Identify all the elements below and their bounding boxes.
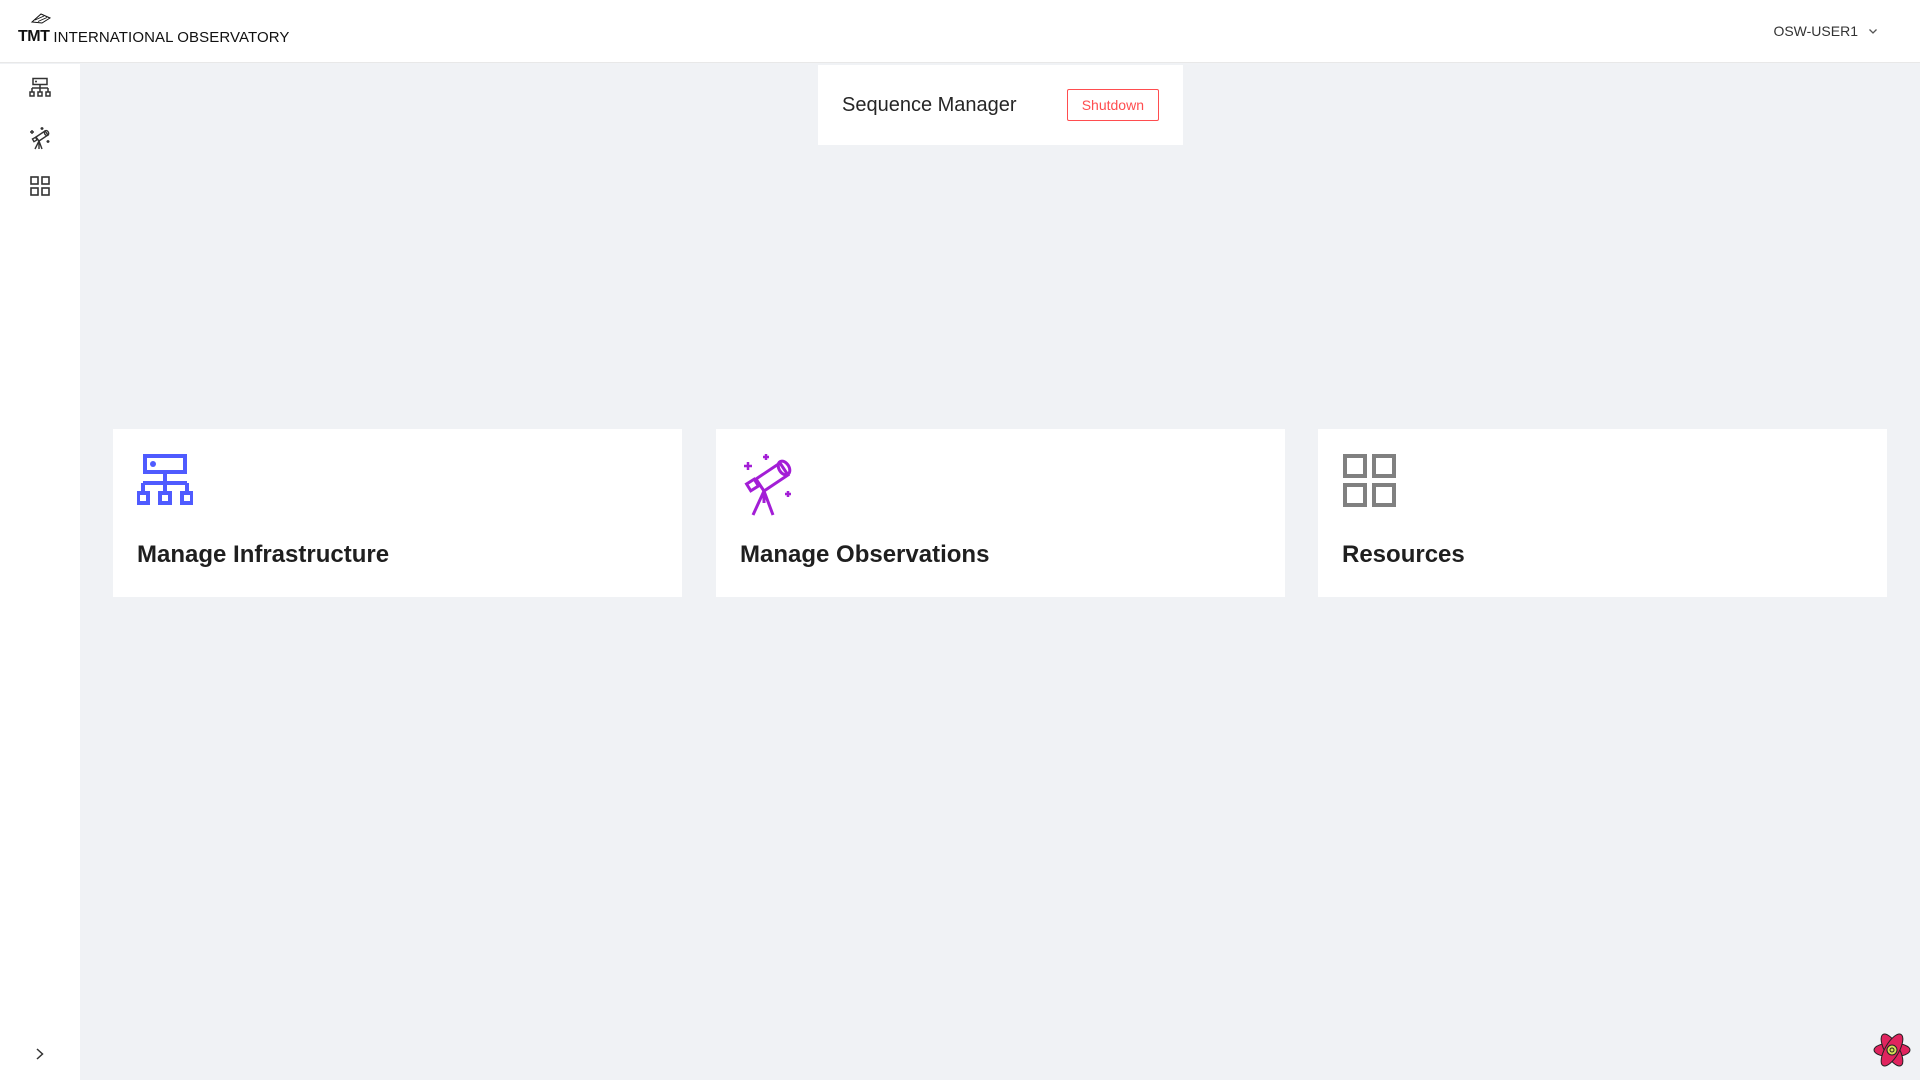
infrastructure-icon <box>29 77 51 97</box>
sequence-manager-card: Sequence Manager Shutdown <box>818 65 1183 145</box>
tile-manage-infrastructure[interactable]: Manage Infrastructure <box>113 429 682 597</box>
user-menu[interactable]: OSW-USER1 <box>1773 23 1878 39</box>
shutdown-button[interactable]: Shutdown <box>1066 89 1159 121</box>
chevron-right-icon <box>36 1048 44 1060</box>
sidebar-item-observations[interactable] <box>0 116 80 160</box>
observatory-dome-icon <box>30 13 52 24</box>
telescope-icon <box>744 454 792 516</box>
logo-org-name: INTERNATIONAL OBSERVATORY <box>53 29 290 46</box>
sidebar-collapse-toggle[interactable] <box>28 1042 52 1066</box>
tmt-logo[interactable]: TMT INTERNATIONAL OBSERVATORY <box>18 13 290 46</box>
logo-tmt-text: TMT <box>18 28 50 45</box>
chevron-down-icon <box>1869 29 1877 34</box>
react-logo-icon <box>1873 1033 1911 1067</box>
app-header: TMT INTERNATIONAL OBSERVATORY OSW-USER1 <box>0 0 1920 63</box>
tile-label: Manage Infrastructure <box>137 541 390 568</box>
resources-grid-icon <box>1343 454 1396 507</box>
sidebar-item-infrastructure[interactable] <box>0 66 80 110</box>
username: OSW-USER1 <box>1773 23 1858 39</box>
react-devtools-badge[interactable] <box>1872 1030 1912 1070</box>
sidebar <box>0 64 80 1080</box>
sequence-manager-title: Sequence Manager <box>842 93 1017 116</box>
tile-resources[interactable]: Resources <box>1318 429 1887 597</box>
resources-grid-icon <box>30 176 50 196</box>
tile-label: Manage Observations <box>740 541 990 568</box>
tile-manage-observations[interactable]: Manage Observations <box>716 429 1285 597</box>
telescope-icon <box>30 127 50 150</box>
tmt-logo-mark: TMT <box>18 13 52 46</box>
sidebar-item-resources[interactable] <box>0 164 80 208</box>
tile-label: Resources <box>1342 541 1465 568</box>
infrastructure-icon <box>137 454 193 505</box>
